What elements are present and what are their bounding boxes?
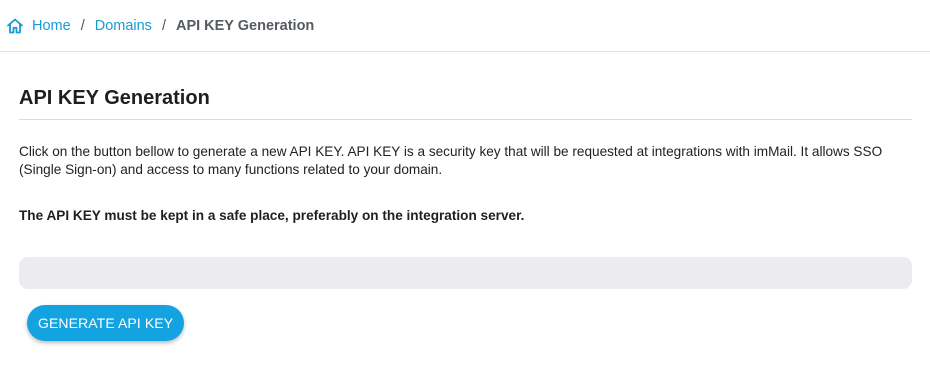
page-title: API KEY Generation [19, 87, 912, 120]
main-content: API KEY Generation Click on the button b… [0, 87, 930, 341]
breadcrumb: Home / Domains / API KEY Generation [6, 17, 314, 35]
breadcrumb-current: API KEY Generation [175, 17, 315, 34]
home-icon [6, 17, 24, 35]
breadcrumb-home-link[interactable]: Home [6, 17, 71, 35]
breadcrumb-separator: / [161, 17, 166, 34]
breadcrumb-separator: / [80, 17, 85, 34]
api-key-field[interactable] [19, 257, 912, 289]
warning-text: The API KEY must be kept in a safe place… [19, 208, 525, 223]
breadcrumb-domains-link[interactable]: Domains [95, 18, 152, 34]
generate-api-key-button[interactable]: GENERATE API KEY [27, 305, 185, 341]
top-bar: Home / Domains / API KEY Generation [0, 0, 930, 52]
description-text: Click on the button bellow to generate a… [19, 144, 883, 177]
breadcrumb-home-label: Home [32, 17, 71, 34]
